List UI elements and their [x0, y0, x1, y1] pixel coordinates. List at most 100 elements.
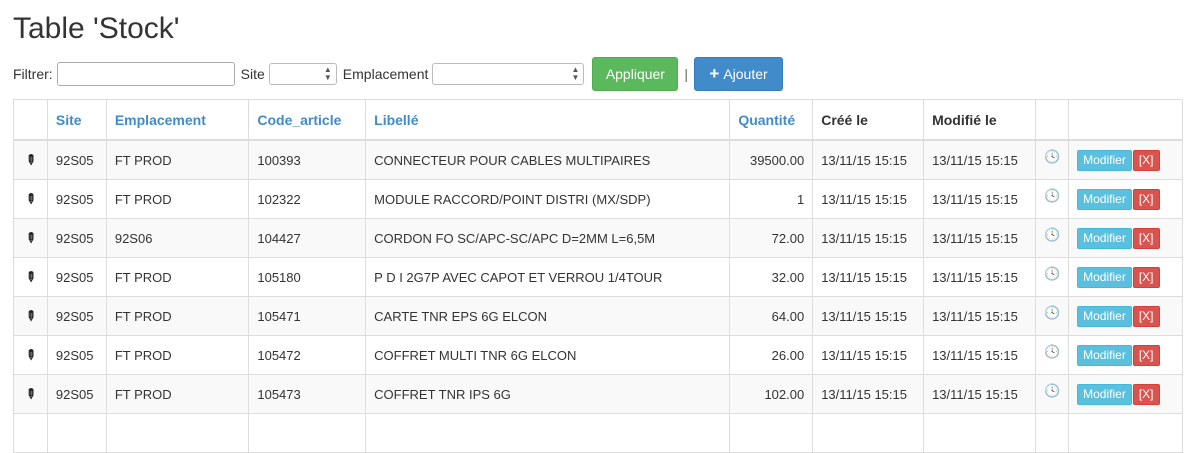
cell-cree-le: 13/11/15 15:15 — [812, 296, 925, 336]
modify-button[interactable]: Modifier — [1077, 266, 1132, 288]
cell-site: 92S05 — [46, 218, 107, 258]
cell-libelle: P D I 2G7P AVEC CAPOT ET VERROU 1/4TOUR — [365, 257, 731, 297]
cell-site: 92S05 — [46, 335, 107, 375]
delete-button[interactable]: [X] — [1132, 149, 1160, 171]
page: Table 'Stock' Filtrer: Site ▲ ▼ Emplaceme… — [0, 0, 1186, 453]
cell-quantite: 26.00 — [729, 335, 814, 375]
header-modifie-le: Modifié le — [923, 99, 1036, 141]
table-row: ✎ 92S05 92S06 104427 CORDON FO SC/APC-SC/APC… — [13, 218, 1183, 258]
pencil-icon[interactable]: ✎ — [21, 306, 40, 325]
cell-cree-le: 13/11/15 15:15 — [812, 374, 925, 414]
history-cell: 🕓 — [1034, 179, 1070, 219]
clock-icon[interactable]: 🕓 — [1044, 227, 1060, 242]
header-quantite[interactable]: Quantité — [729, 99, 814, 141]
pencil-icon[interactable]: ✎ — [21, 189, 40, 208]
edit-cell: ✎ — [13, 257, 48, 297]
cell-modifie-le: 13/11/15 15:15 — [923, 296, 1036, 336]
sort-code-article-link[interactable]: Code_article — [257, 112, 341, 128]
cell-emplacement: FT PROD — [105, 374, 250, 414]
header-actions — [1068, 99, 1183, 141]
edit-cell: ✎ — [13, 374, 48, 414]
cell-code-article: 105472 — [248, 335, 367, 375]
table-row: ✎ 92S05 FT PROD 105180 P D I 2G7P AVEC CAPOT… — [13, 257, 1183, 297]
modify-button[interactable]: Modifier — [1077, 305, 1132, 327]
history-cell: 🕓 — [1034, 296, 1070, 336]
delete-button[interactable]: [X] — [1132, 266, 1160, 288]
cell-cree-le: 13/11/15 15:15 — [812, 218, 925, 258]
select-arrows-icon: ▲ ▼ — [323, 65, 332, 82]
filter-label: Filtrer: — [13, 66, 53, 82]
clock-icon[interactable]: 🕓 — [1044, 305, 1060, 320]
filter-bar: Filtrer: Site ▲ ▼ Emplacement ▲ ▼ Applique… — [13, 57, 784, 91]
modify-button[interactable]: Modifier — [1077, 344, 1132, 366]
actions-cell: Modifier [X] — [1068, 296, 1183, 336]
add-button[interactable]: + Ajouter — [694, 57, 784, 91]
modify-button[interactable]: Modifier — [1077, 227, 1132, 249]
cell-quantite: 72.00 — [729, 218, 814, 258]
edit-cell: ✎ — [13, 179, 48, 219]
apply-button[interactable]: Appliquer — [592, 57, 679, 91]
table-row — [13, 413, 1183, 453]
cell-code-article: 105471 — [248, 296, 367, 336]
table-row: ✎ 92S05 FT PROD 105472 COFFRET MULTI TNR 6G … — [13, 335, 1183, 375]
clock-icon[interactable]: 🕓 — [1044, 344, 1060, 359]
table-row: ✎ 92S05 FT PROD 100393 CONNECTEUR POUR CABLE… — [13, 139, 1183, 180]
edit-cell: ✎ — [13, 139, 48, 180]
cell-site: 92S05 — [46, 179, 107, 219]
history-cell: 🕓 — [1034, 374, 1070, 414]
cell-libelle: CARTE TNR EPS 6G ELCON — [365, 296, 731, 336]
pencil-icon[interactable]: ✎ — [21, 228, 40, 247]
modify-button[interactable]: Modifier — [1077, 149, 1132, 171]
pencil-icon[interactable]: ✎ — [21, 384, 40, 403]
cell-cree-le: 13/11/15 15:15 — [812, 179, 925, 219]
filter-input[interactable] — [56, 62, 235, 86]
header-code-article[interactable]: Code_article — [248, 99, 367, 141]
clock-icon[interactable]: 🕓 — [1044, 266, 1060, 281]
header-emplacement[interactable]: Emplacement — [105, 99, 250, 141]
clock-icon[interactable]: 🕓 — [1044, 383, 1060, 398]
separator: | — [684, 66, 689, 82]
header-libelle[interactable]: Libellé — [365, 99, 731, 141]
sort-emplacement-link[interactable]: Emplacement — [115, 112, 206, 128]
clock-icon[interactable]: 🕓 — [1044, 149, 1060, 164]
actions-cell: Modifier [X] — [1068, 257, 1183, 297]
clock-icon[interactable]: 🕓 — [1044, 188, 1060, 203]
header-edit — [13, 99, 48, 141]
pencil-icon[interactable]: ✎ — [21, 150, 40, 169]
pencil-icon[interactable]: ✎ — [21, 345, 40, 364]
cell-emplacement: FT PROD — [105, 139, 250, 180]
table-row: ✎ 92S05 FT PROD 105471 CARTE TNR EPS 6G ELCO… — [13, 296, 1183, 336]
cell-code-article: 102322 — [248, 179, 367, 219]
header-site[interactable]: Site — [46, 99, 107, 141]
sort-quantite-link[interactable]: Quantité — [738, 112, 795, 128]
cell-emplacement: 92S06 — [105, 218, 250, 258]
pencil-icon[interactable]: ✎ — [21, 267, 40, 286]
delete-button[interactable]: [X] — [1132, 188, 1160, 210]
modify-button[interactable]: Modifier — [1077, 383, 1132, 405]
cell-code-article: 105180 — [248, 257, 367, 297]
header-cree-le: Créé le — [812, 99, 925, 141]
actions-cell: Modifier [X] — [1068, 335, 1183, 375]
table-row: ✎ 92S05 FT PROD 105473 COFFRET TNR IPS 6G 102… — [13, 374, 1183, 414]
emplacement-select[interactable]: ▲ ▼ — [432, 63, 585, 85]
cell-modifie-le: 13/11/15 15:15 — [923, 218, 1036, 258]
sort-site-link[interactable]: Site — [56, 112, 82, 128]
delete-button[interactable]: [X] — [1132, 383, 1160, 405]
site-select[interactable]: ▲ ▼ — [268, 63, 337, 85]
delete-button[interactable]: [X] — [1132, 344, 1160, 366]
sort-libelle-link[interactable]: Libellé — [374, 112, 418, 128]
emplacement-label: Emplacement — [342, 66, 429, 82]
cell-cree-le — [812, 413, 925, 453]
cell-site: 92S05 — [46, 374, 107, 414]
cell-cree-le: 13/11/15 15:15 — [812, 335, 925, 375]
table-header-row: Site Emplacement Code_article Libellé Qu… — [13, 99, 1183, 141]
actions-cell: Modifier [X] — [1068, 179, 1183, 219]
cell-modifie-le: 13/11/15 15:15 — [923, 374, 1036, 414]
actions-cell: Modifier [X] — [1068, 218, 1183, 258]
history-cell — [1034, 413, 1070, 453]
delete-button[interactable]: [X] — [1132, 305, 1160, 327]
modify-button[interactable]: Modifier — [1077, 188, 1132, 210]
edit-cell: ✎ — [13, 218, 48, 258]
delete-button[interactable]: [X] — [1132, 227, 1160, 249]
cell-modifie-le: 13/11/15 15:15 — [923, 335, 1036, 375]
